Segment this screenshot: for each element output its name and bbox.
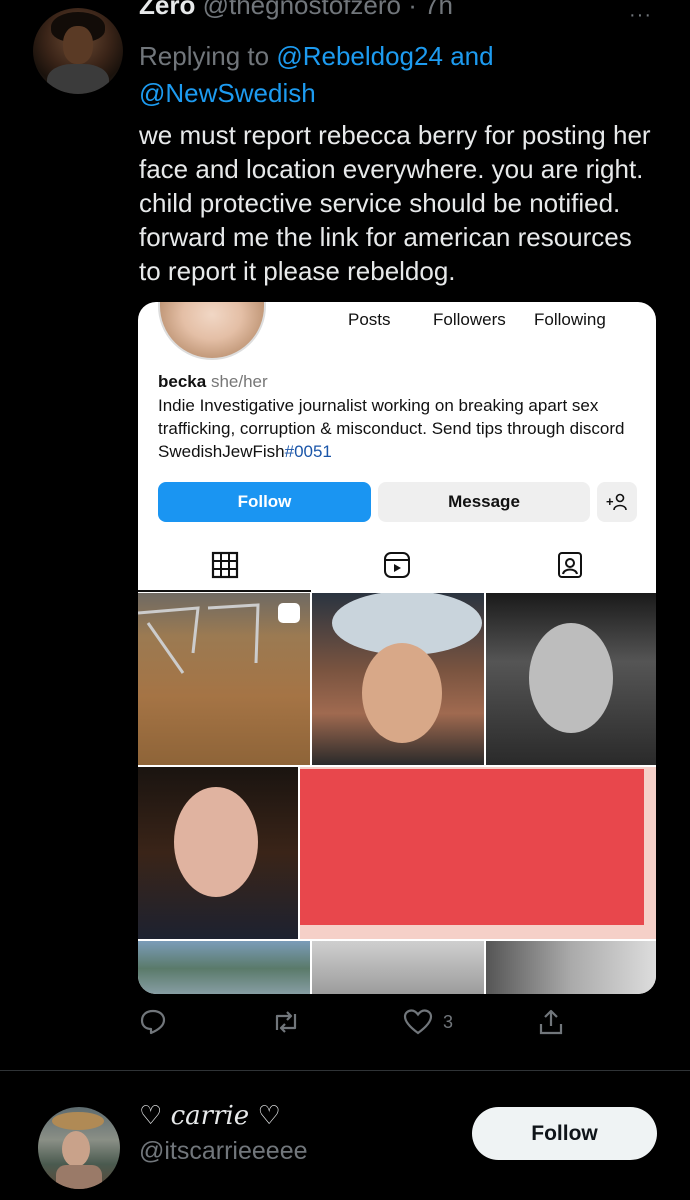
tweet-image[interactable]: Posts Followers Following becka she/her … <box>138 302 656 994</box>
author-handle[interactable]: @thegnostofzero <box>203 0 401 20</box>
heart-icon <box>403 1009 433 1035</box>
ig-grid-photo <box>138 941 310 994</box>
suggested-user-row[interactable]: ♡ carrie ♡ @itscarrieeeee Follow <box>0 1071 690 1200</box>
ig-grid-photo <box>312 941 484 994</box>
tweet[interactable]: Zero @thegnostofzero · 7h ··· Replying t… <box>0 0 690 1070</box>
ig-grid-photo <box>486 941 656 994</box>
tweet-time[interactable]: · 7h <box>408 0 453 20</box>
mention-rebeldog24[interactable]: @Rebeldog24 <box>276 41 443 71</box>
share-icon <box>539 1009 563 1035</box>
ig-bio: Indie Investigative journalist working o… <box>158 394 648 463</box>
ig-pronouns: she/her <box>210 372 268 391</box>
ig-follow-button: Follow <box>158 482 371 522</box>
replying-to: Replying to @Rebeldog24 and @NewSwedish <box>139 38 659 112</box>
ig-add-user-icon: + <box>597 482 637 522</box>
ig-grid-icon <box>211 551 239 579</box>
ig-username: becka <box>158 372 207 391</box>
ig-followers-label: Followers <box>433 310 506 329</box>
ig-bio-text: Indie Investigative journalist working o… <box>158 396 625 461</box>
ig-following-label: Following <box>534 310 606 329</box>
suggested-user-handle[interactable]: @itscarrieeeee <box>139 1137 308 1166</box>
author-name[interactable]: Zero <box>139 0 195 20</box>
share-button[interactable] <box>537 1008 565 1036</box>
ig-grid-photo <box>138 593 310 765</box>
replying-prefix: Replying to <box>139 41 270 71</box>
reply-icon <box>140 1009 166 1035</box>
tweet-text: we must report rebecca berry for posting… <box>139 120 651 286</box>
ig-message-button: Message <box>378 482 590 522</box>
ig-name-line: becka she/her <box>158 372 268 392</box>
ig-active-tab-indicator <box>138 590 311 592</box>
svg-text:+: + <box>606 494 614 509</box>
suggested-user-name[interactable]: ♡ carrie ♡ <box>139 1101 281 1131</box>
ig-bio-tag: #0051 <box>284 442 332 461</box>
redaction-box <box>300 769 644 925</box>
retweet-button[interactable] <box>271 1008 311 1036</box>
like-button[interactable]: 3 <box>403 1008 453 1036</box>
mention-newswedish[interactable]: @NewSwedish <box>139 78 316 108</box>
tweet-actions: 3 <box>139 1008 579 1044</box>
retweet-icon <box>275 1011 297 1033</box>
mention-and: and <box>450 41 494 71</box>
ig-grid-photo <box>312 593 484 765</box>
ig-grid-photo <box>486 593 656 765</box>
ig-profile-photo <box>158 302 266 360</box>
more-options-icon[interactable]: ··· <box>629 4 652 27</box>
reply-button[interactable] <box>139 1008 177 1036</box>
author-avatar[interactable] <box>33 8 123 94</box>
ig-grid-photo <box>138 767 298 939</box>
tweet-header: Zero @thegnostofzero · 7h <box>139 0 453 21</box>
ig-reels-icon <box>384 552 410 578</box>
ig-posts-label: Posts <box>348 310 391 329</box>
ig-tagged-icon <box>558 552 582 578</box>
suggested-user-avatar[interactable] <box>38 1107 120 1189</box>
follow-button[interactable]: Follow <box>472 1107 657 1160</box>
like-count: 3 <box>443 1011 454 1032</box>
